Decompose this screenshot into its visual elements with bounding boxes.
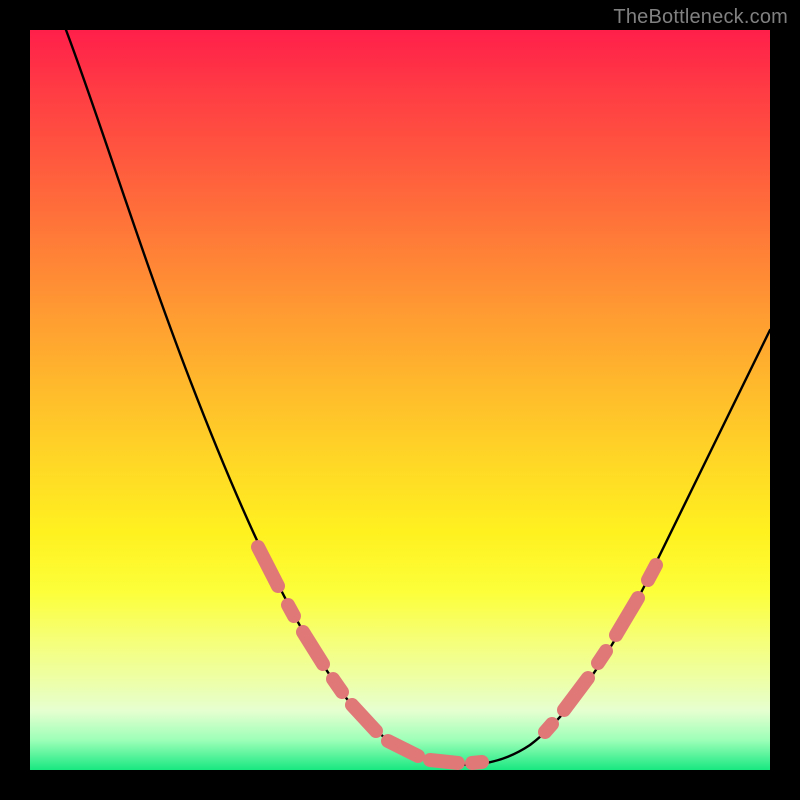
highlight-right: [545, 565, 656, 732]
watermark-text: TheBottleneck.com: [613, 6, 788, 29]
plot-area: [30, 30, 770, 770]
chart-frame: TheBottleneck.com: [0, 0, 800, 800]
highlight-left: [258, 547, 482, 763]
bottleneck-curve: [66, 30, 770, 765]
curve-layer: [30, 30, 770, 770]
